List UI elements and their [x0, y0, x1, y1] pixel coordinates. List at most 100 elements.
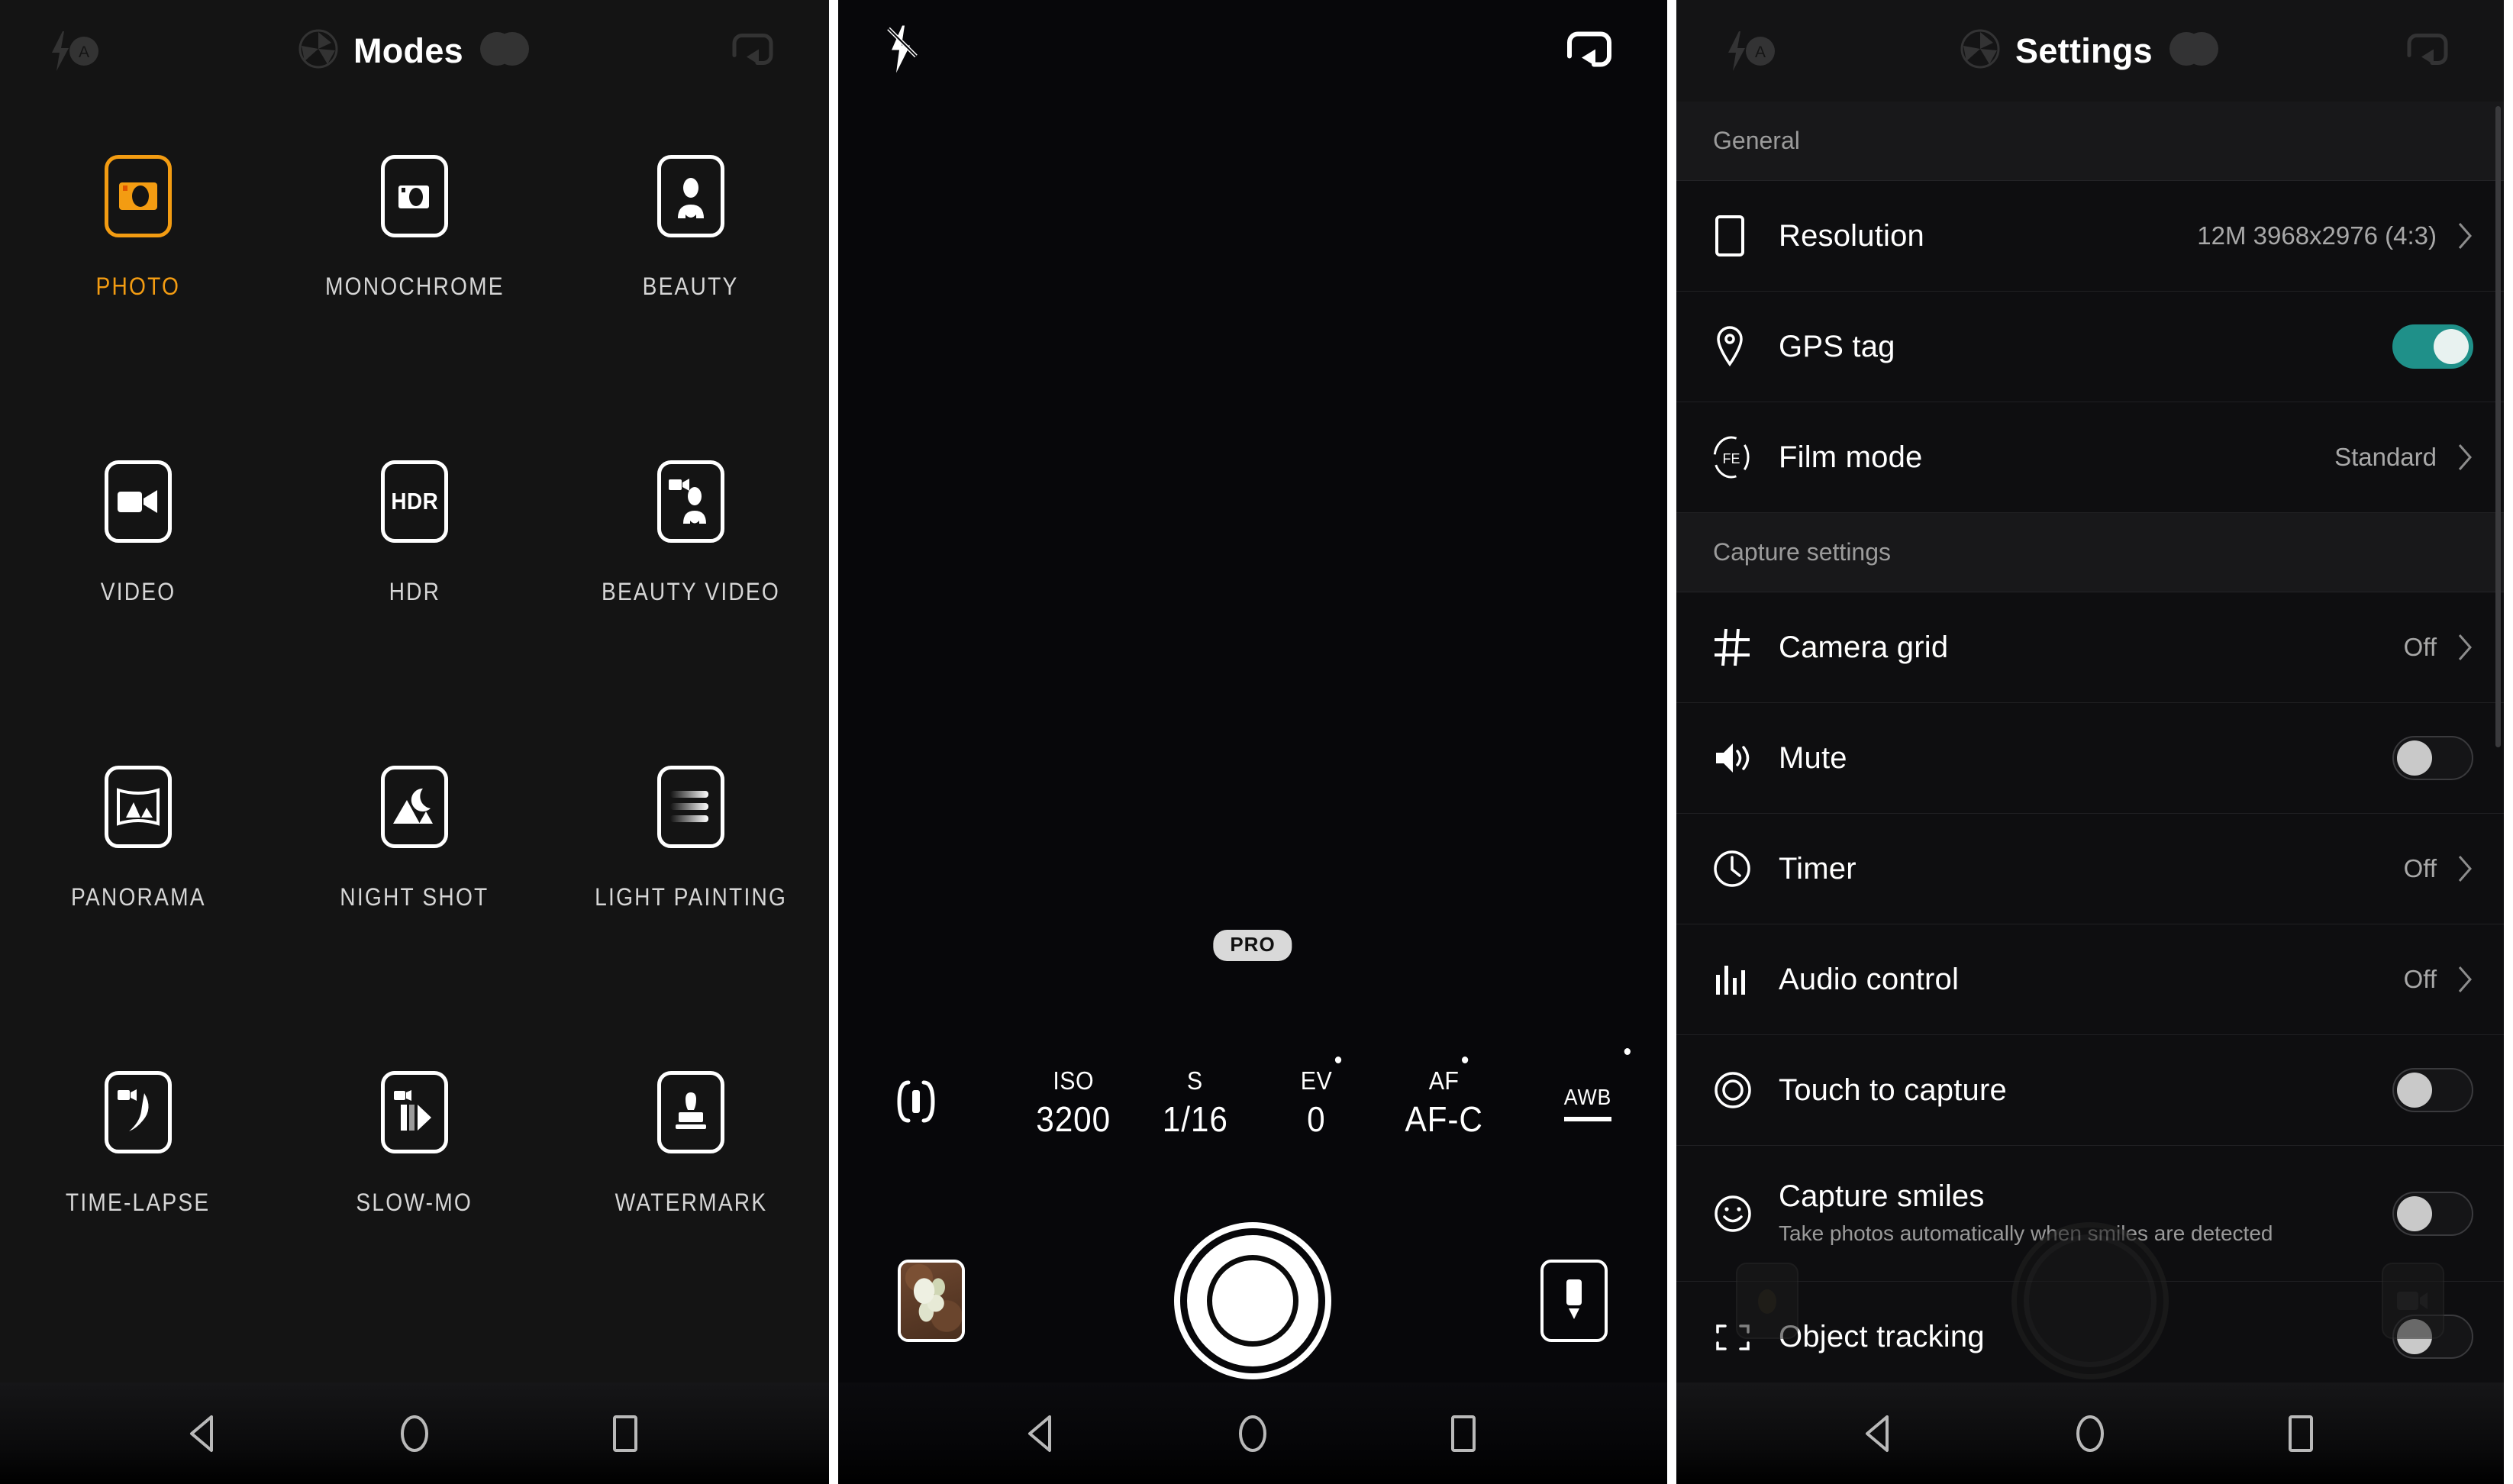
setting-row-gps-tag[interactable]: GPS tag [1676, 292, 2504, 402]
home-nav-button[interactable] [2067, 1411, 2113, 1457]
toggle-knob [2397, 740, 2432, 776]
back-nav-button[interactable] [1019, 1411, 1065, 1457]
clock-icon [1713, 849, 1779, 889]
gps-tag-toggle[interactable] [2392, 324, 2473, 369]
mode-item-video[interactable]: VIDEO [0, 437, 276, 743]
toggle-knob [2397, 1319, 2432, 1354]
viewfinder-panel: PRO ISO 3200 S 1/16 EV 0 AF AF-C AWB [838, 0, 1667, 1484]
night-shot-mode-icon [381, 766, 448, 848]
svg-text:A: A [79, 44, 89, 61]
setting-row-touch-to-capture[interactable]: Touch to capture [1676, 1035, 2504, 1146]
svg-text:FE: FE [1722, 451, 1740, 466]
setting-row-camera-grid[interactable]: Camera grid Off [1676, 592, 2504, 703]
recents-nav-button[interactable] [2278, 1411, 2324, 1457]
video-mode-icon [105, 460, 172, 543]
settings-topbar: A Settings [1676, 0, 2504, 102]
af-value: AF-C [1405, 1099, 1483, 1139]
mode-item-slow-mo[interactable]: SLOW-MO [276, 1048, 553, 1353]
modes-row: PANORAMA NIGHT SHOT LIGHT PAINTING [0, 743, 829, 1048]
object-tracking-toggle[interactable] [2392, 1315, 2473, 1359]
back-nav-button[interactable] [1857, 1411, 1902, 1457]
mode-label: TIME-LAPSE [66, 1189, 211, 1216]
mode-switch-button[interactable] [1540, 1260, 1608, 1342]
tracking-icon [1713, 1318, 1779, 1355]
capture-smiles-toggle[interactable] [2392, 1191, 2473, 1236]
metering-mode-icon[interactable] [892, 1078, 940, 1129]
aspect-ratio-icon [1713, 214, 1779, 258]
setting-label: Film mode [1779, 440, 1923, 474]
flash-auto-button[interactable]: A [1722, 30, 1779, 73]
color-filter-icon[interactable] [2166, 29, 2221, 73]
setting-label: Audio control [1779, 962, 1960, 996]
flash-auto-button[interactable]: A [46, 30, 102, 73]
switch-camera-button[interactable] [1559, 25, 1620, 76]
setting-label: Capture smiles [1779, 1179, 1985, 1214]
setting-row-timer[interactable]: Timer Off [1676, 814, 2504, 924]
home-nav-button[interactable] [392, 1411, 437, 1457]
android-navbar [0, 1382, 829, 1484]
setting-row-object-tracking[interactable]: Object tracking [1676, 1282, 2504, 1382]
mode-item-watermark[interactable]: WATERMARK [553, 1048, 829, 1353]
pro-control-white-balance[interactable]: AWB [1562, 1047, 1631, 1121]
aperture-icon[interactable] [297, 27, 340, 74]
af-key: AF [1428, 1057, 1469, 1095]
setting-value: Off [2403, 854, 2437, 882]
pro-control-ev[interactable]: EV 0 [1256, 1057, 1377, 1140]
setting-label: Touch to capture [1779, 1073, 2007, 1107]
settings-scrollbar[interactable] [2495, 106, 2501, 747]
film-mode-icon: FE [1713, 435, 1779, 479]
android-navbar [838, 1382, 1667, 1484]
flash-off-icon [884, 22, 931, 79]
mute-toggle[interactable] [2392, 736, 2473, 780]
modes-row: VIDEO HDR HDR BEAUTY VIDEO [0, 437, 829, 743]
mode-item-beauty[interactable]: BEAUTY [553, 132, 829, 437]
pro-control-iso[interactable]: ISO 3200 [1013, 1066, 1134, 1140]
gallery-thumbnail[interactable] [898, 1260, 965, 1342]
back-nav-button[interactable] [181, 1411, 227, 1457]
viewfinder-topbar [838, 0, 1667, 102]
switch-camera-button[interactable] [724, 26, 782, 76]
photo-mode-icon [105, 155, 172, 237]
switch-camera-button[interactable] [2398, 26, 2457, 76]
flash-off-button[interactable] [884, 22, 931, 79]
mode-label: BEAUTY [643, 273, 739, 300]
target-icon [1713, 1070, 1779, 1110]
home-nav-button[interactable] [1230, 1411, 1276, 1457]
mode-item-beauty-video[interactable]: BEAUTY VIDEO [553, 437, 829, 743]
recents-nav-button[interactable] [1440, 1411, 1486, 1457]
pro-control-focus[interactable]: AF AF-C [1377, 1057, 1511, 1140]
shutter-button[interactable] [1187, 1235, 1318, 1366]
aperture-icon[interactable] [1959, 27, 2002, 74]
pro-control-shutter-speed[interactable]: S 1/16 [1134, 1066, 1256, 1140]
setting-row-film-mode[interactable]: FE Film mode Standard [1676, 402, 2504, 513]
slow-mo-mode-icon [381, 1071, 448, 1153]
mode-item-panorama[interactable]: PANORAMA [0, 743, 276, 1048]
recents-nav-button[interactable] [602, 1411, 648, 1457]
mode-item-time-lapse[interactable]: TIME-LAPSE [0, 1048, 276, 1353]
thumbnail-flower [909, 1276, 953, 1325]
panel-title: Modes [353, 31, 463, 70]
setting-label: Resolution [1779, 218, 1925, 253]
pro-mode-badge[interactable]: PRO [1213, 930, 1292, 961]
setting-row-resolution[interactable]: Resolution 12M 3968x2976 (4:3) [1676, 181, 2504, 292]
chevron-right-icon [2457, 221, 2473, 250]
mode-label: HDR [389, 578, 440, 605]
mode-item-hdr[interactable]: HDR HDR [276, 437, 553, 743]
mode-item-photo[interactable]: PHOTO [0, 132, 276, 437]
setting-row-mute[interactable]: Mute [1676, 703, 2504, 814]
mode-item-light-painting[interactable]: LIGHT PAINTING [553, 743, 829, 1048]
touch-to-capture-toggle[interactable] [2392, 1068, 2473, 1112]
hdr-mode-icon: HDR [381, 460, 448, 543]
camera-preview[interactable] [838, 102, 1667, 1382]
setting-label: Camera grid [1779, 630, 1949, 664]
hdr-badge-label: HDR [391, 488, 438, 515]
setting-label: Object tracking [1779, 1319, 1985, 1353]
setting-row-audio-control[interactable]: Audio control Off [1676, 924, 2504, 1035]
time-lapse-mode-icon [105, 1071, 172, 1153]
setting-row-capture-smiles[interactable]: Capture smiles Take photos automatically… [1676, 1146, 2504, 1282]
chevron-right-icon [2457, 633, 2473, 662]
mode-item-monochrome[interactable]: MONOCHROME [276, 132, 553, 437]
settings-list[interactable]: General Resolution 12M 3968x2976 (4:3) G… [1676, 102, 2504, 1382]
color-filter-icon[interactable] [477, 29, 532, 73]
mode-item-night-shot[interactable]: NIGHT SHOT [276, 743, 553, 1048]
